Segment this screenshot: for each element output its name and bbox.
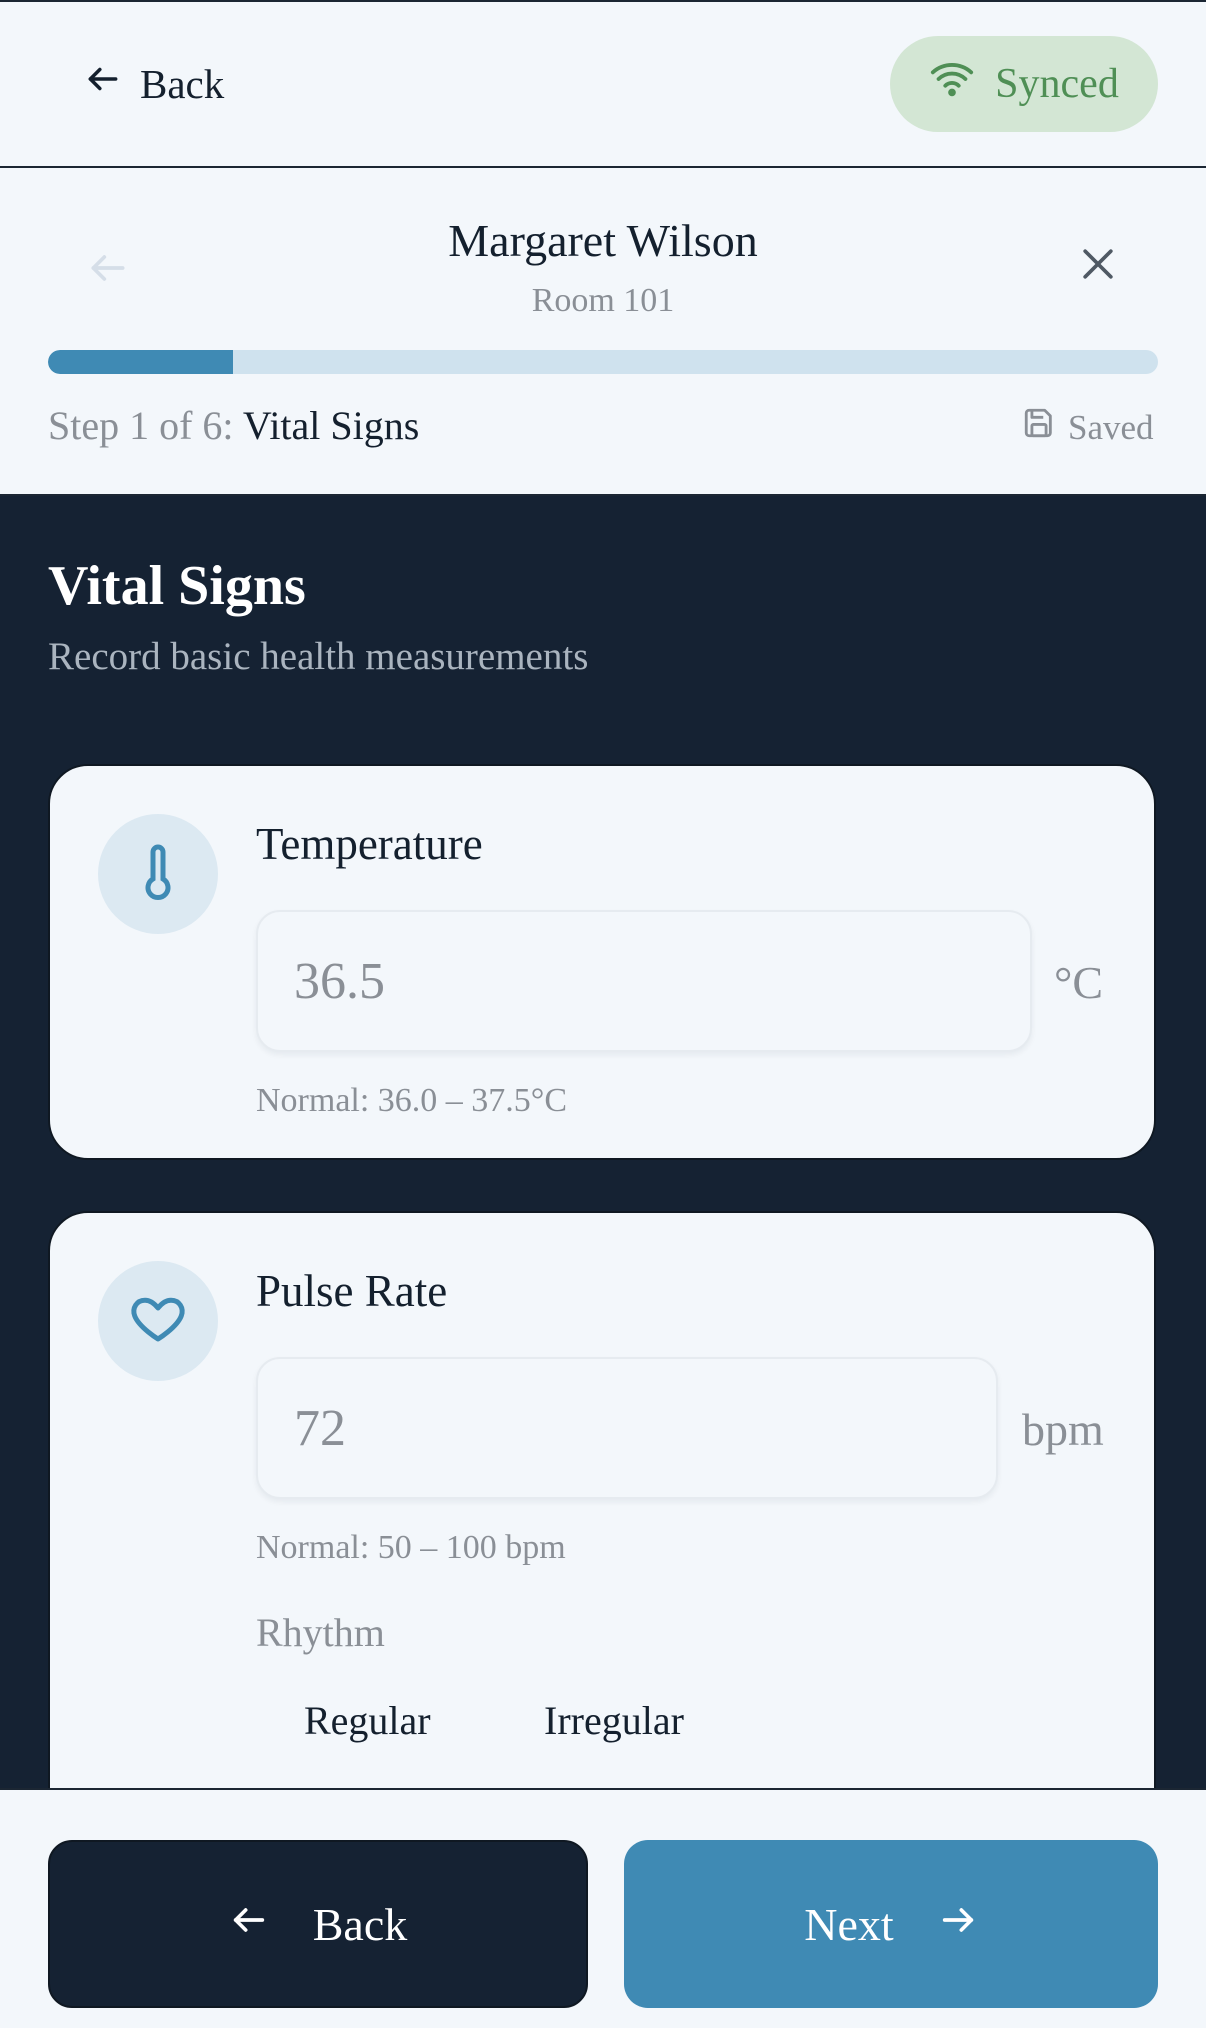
heart-icon bbox=[128, 1289, 188, 1354]
temperature-card: Temperature 36.5 °C Normal: 36.0 – 37.5°… bbox=[48, 764, 1156, 1160]
pulse-placeholder: 72 bbox=[294, 1399, 346, 1457]
section-subtitle: Record basic health measurements bbox=[48, 635, 589, 678]
saved-status: Saved bbox=[1022, 406, 1154, 449]
save-icon bbox=[1022, 406, 1056, 449]
temperature-normal-range: Normal: 36.0 – 37.5°C bbox=[256, 1082, 568, 1119]
wifi-icon bbox=[929, 56, 975, 113]
patient-room: Room 101 bbox=[531, 282, 675, 319]
temperature-placeholder: 36.5 bbox=[294, 952, 385, 1010]
pulse-label: Pulse Rate bbox=[256, 1266, 448, 1316]
rhythm-option-regular[interactable]: Regular bbox=[304, 1697, 431, 1744]
form-content[interactable]: Vital Signs Record basic health measurem… bbox=[0, 496, 1206, 1790]
temperature-icon-circle bbox=[98, 814, 218, 934]
step-indicator: Step 1 of 6: Vital Signs bbox=[48, 402, 419, 449]
top-back-label: Back bbox=[140, 61, 225, 107]
rhythm-label: Rhythm bbox=[256, 1610, 385, 1655]
arrow-right-icon bbox=[938, 1898, 978, 1951]
pulse-unit: bpm bbox=[1022, 1404, 1104, 1455]
back-button-label: Back bbox=[312, 1898, 408, 1950]
sync-status-badge: Synced bbox=[890, 36, 1158, 132]
rhythm-option-irregular[interactable]: Irregular bbox=[544, 1697, 684, 1744]
arrow-left-icon bbox=[229, 1898, 269, 1951]
top-back-button[interactable]: Back bbox=[84, 56, 224, 112]
back-button[interactable]: Back bbox=[48, 1840, 588, 2008]
close-icon[interactable] bbox=[1076, 242, 1120, 286]
step-name: Vital Signs bbox=[242, 403, 420, 448]
previous-step-icon[interactable] bbox=[86, 246, 130, 290]
section-title: Vital Signs bbox=[48, 555, 306, 617]
pulse-normal-range: Normal: 50 – 100 bpm bbox=[256, 1529, 566, 1566]
thermometer-icon bbox=[128, 842, 188, 907]
next-button-label: Next bbox=[804, 1898, 894, 1950]
patient-name: Margaret Wilson bbox=[448, 215, 758, 266]
pulse-card: Pulse Rate 72 bpm Normal: 50 – 100 bpm R… bbox=[48, 1211, 1156, 1790]
pulse-input[interactable]: 72 bbox=[256, 1357, 998, 1499]
arrow-left-icon bbox=[84, 60, 122, 108]
pulse-icon-circle bbox=[98, 1261, 218, 1381]
temperature-unit: °C bbox=[1054, 957, 1104, 1008]
temperature-label: Temperature bbox=[256, 819, 483, 869]
next-button[interactable]: Next bbox=[624, 1840, 1158, 2008]
sync-status-label: Synced bbox=[995, 61, 1119, 107]
progress-bar bbox=[48, 350, 1158, 374]
progress-fill bbox=[48, 350, 234, 374]
step-prefix: Step 1 of 6: bbox=[48, 403, 234, 448]
saved-label: Saved bbox=[1068, 407, 1154, 447]
temperature-input[interactable]: 36.5 bbox=[256, 910, 1032, 1052]
